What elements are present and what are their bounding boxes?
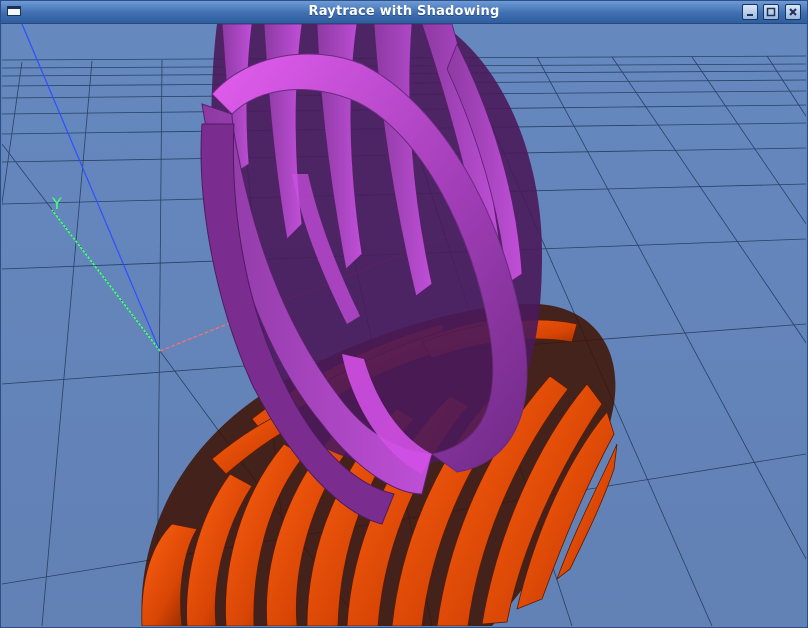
maximize-button[interactable] [763,4,779,20]
close-icon [789,8,797,16]
minimize-button[interactable] [742,4,758,20]
window-title: Raytrace with Shadowing [308,4,500,19]
render-viewport[interactable]: Y [2,24,806,626]
app-window: Raytrace with Shadowing Y [0,0,808,628]
minimize-icon [747,14,753,16]
raytrace-scene[interactable]: Y [2,24,806,626]
y-axis-label: Y [51,194,62,213]
maximize-icon [766,7,776,17]
title-bar[interactable]: Raytrace with Shadowing [1,1,807,24]
close-button[interactable] [785,4,801,20]
